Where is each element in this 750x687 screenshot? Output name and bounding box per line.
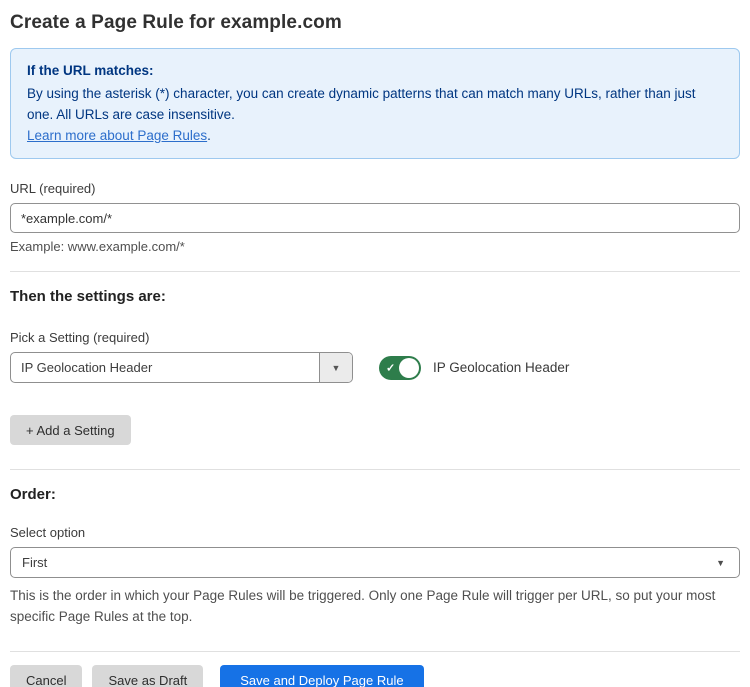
link-suffix: . — [207, 128, 211, 143]
order-select-value: First — [22, 555, 47, 570]
create-page-rule-form: Create a Page Rule for example.com If th… — [0, 0, 750, 687]
order-select[interactable]: First ▼ — [10, 547, 740, 578]
chevron-down-icon: ▼ — [716, 558, 725, 568]
url-input[interactable] — [10, 203, 740, 233]
setting-dropdown[interactable]: IP Geolocation Header ▼ — [10, 352, 353, 383]
setting-dropdown-arrow-button[interactable]: ▼ — [319, 353, 352, 382]
url-example-text: Example: www.example.com/* — [10, 239, 740, 254]
toggle-label: IP Geolocation Header — [433, 360, 569, 375]
save-as-draft-button[interactable]: Save as Draft — [92, 665, 203, 687]
cancel-button[interactable]: Cancel — [10, 665, 82, 687]
setting-dropdown-value: IP Geolocation Header — [11, 353, 319, 382]
page-title: Create a Page Rule for example.com — [10, 12, 740, 34]
toggle-knob — [399, 358, 419, 378]
pick-setting-label: Pick a Setting (required) — [10, 330, 740, 345]
settings-section-heading: Then the settings are: — [10, 288, 740, 305]
divider — [10, 469, 740, 470]
check-icon: ✓ — [386, 361, 395, 374]
setting-row: IP Geolocation Header ▼ ✓ IP Geolocation… — [10, 352, 740, 383]
add-setting-button[interactable]: + Add a Setting — [10, 415, 131, 445]
form-actions: Cancel Save as Draft Save and Deploy Pag… — [10, 665, 740, 687]
info-box-body: By using the asterisk (*) character, you… — [27, 83, 723, 125]
order-section-heading: Order: — [10, 486, 740, 503]
url-field-label: URL (required) — [10, 181, 740, 196]
order-help-text: This is the order in which your Page Rul… — [10, 585, 736, 627]
learn-more-link[interactable]: Learn more about Page Rules — [27, 128, 207, 143]
divider — [10, 651, 740, 652]
ip-geolocation-toggle[interactable]: ✓ — [379, 356, 421, 380]
info-box-heading: If the URL matches: — [27, 60, 723, 81]
chevron-down-icon: ▼ — [332, 363, 341, 373]
save-and-deploy-button[interactable]: Save and Deploy Page Rule — [220, 665, 423, 687]
url-match-info-box: If the URL matches: By using the asteris… — [10, 48, 740, 159]
order-select-label: Select option — [10, 525, 740, 540]
info-box-link-line: Learn more about Page Rules. — [27, 125, 723, 146]
divider — [10, 271, 740, 272]
